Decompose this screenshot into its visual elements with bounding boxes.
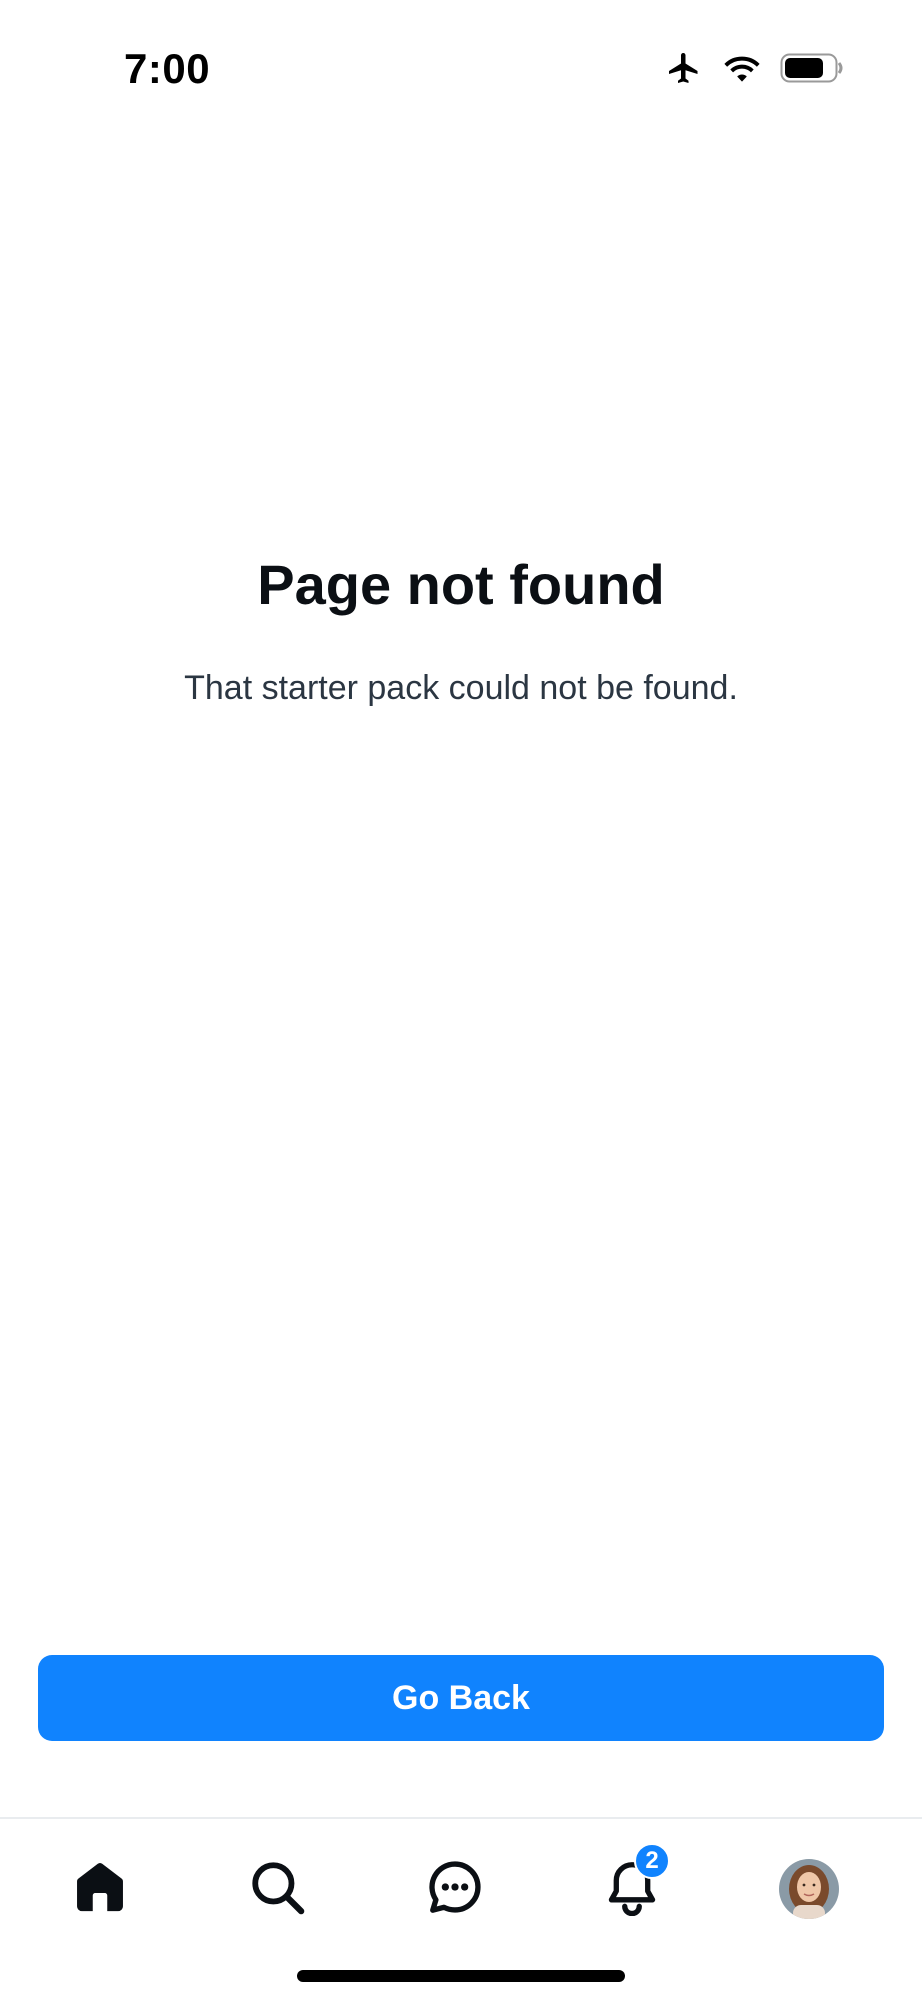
home-icon xyxy=(71,1858,129,1921)
battery-icon xyxy=(780,51,844,85)
home-indicator xyxy=(297,1970,625,1982)
nav-search[interactable] xyxy=(237,1849,317,1929)
status-time: 7:00 xyxy=(124,45,211,92)
app-screen: 7:00 Page not found That starter pack co… xyxy=(0,0,922,2000)
airplane-icon xyxy=(664,50,704,86)
go-back-button[interactable]: Go Back xyxy=(38,1655,884,1741)
nav-home[interactable] xyxy=(60,1849,140,1929)
chat-icon xyxy=(426,1858,484,1921)
nav-notifications[interactable]: 2 xyxy=(592,1843,672,1929)
status-icons xyxy=(664,48,844,88)
wifi-icon xyxy=(722,52,762,84)
nav-chat[interactable] xyxy=(415,1849,495,1929)
bottom-nav: 2 xyxy=(0,1817,922,2000)
not-found-content: Page not found That starter pack could n… xyxy=(0,540,922,712)
go-back-label: Go Back xyxy=(392,1678,530,1717)
nav-profile[interactable] xyxy=(769,1849,849,1929)
page-message: That starter pack could not be found. xyxy=(184,669,738,707)
status-bar: 7:00 xyxy=(0,0,922,140)
page-title: Page not found xyxy=(257,553,665,616)
notification-badge: 2 xyxy=(634,1843,670,1879)
search-icon xyxy=(248,1858,306,1921)
avatar xyxy=(779,1859,839,1919)
